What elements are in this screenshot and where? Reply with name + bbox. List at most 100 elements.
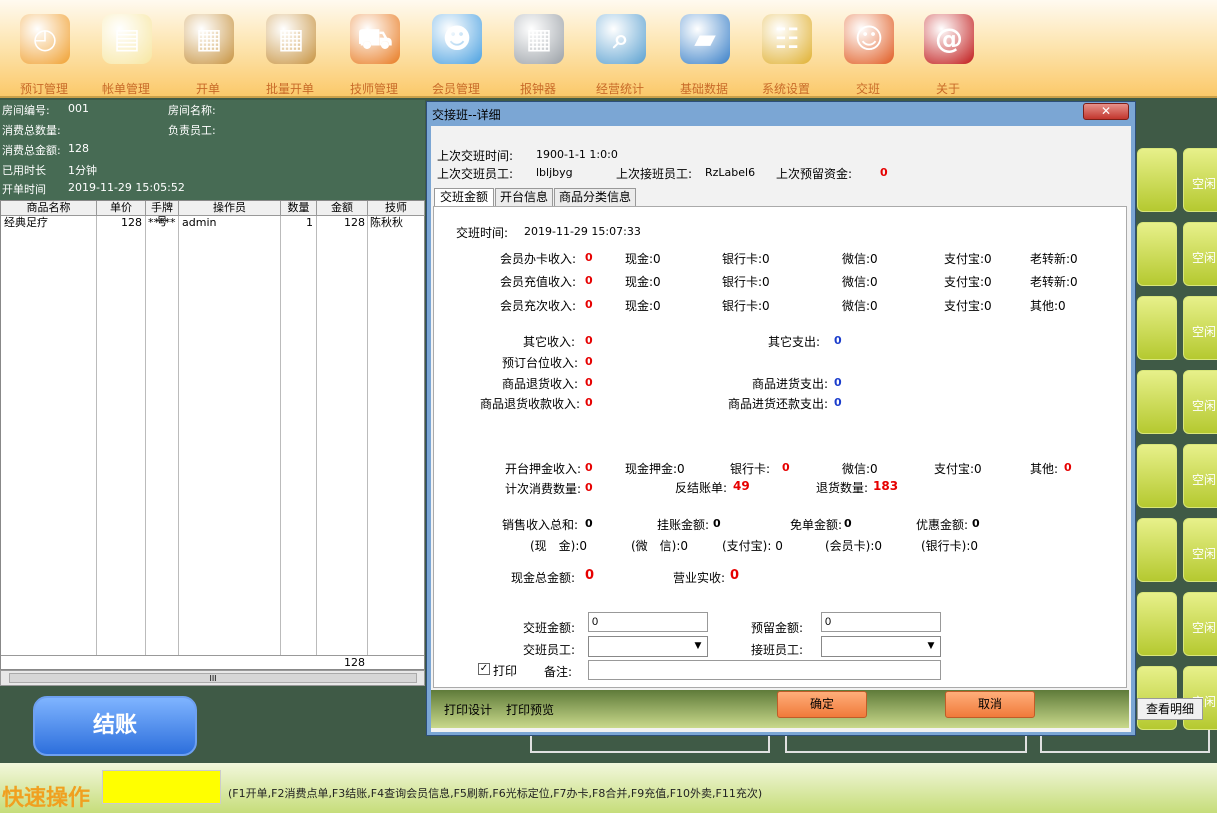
member-income-v: 0 [585,298,593,311]
return-collect: 0 [585,396,593,409]
ok-button[interactable]: 确定 [777,691,867,718]
tab-category-info[interactable]: 商品分类信息 [554,188,636,206]
purchase-repay-label: 商品进货还款支出: [728,397,829,411]
print-design-link[interactable]: 打印设计 [444,701,492,718]
count-label: 消费总数量: [2,124,61,137]
toolbar-button[interactable]: ⛟ 技师管理 [334,0,414,98]
col-header[interactable]: 技师 [368,201,425,216]
toolbar-button[interactable]: ⌕ 经营统计 [580,0,660,98]
room-tile[interactable] [1137,444,1177,508]
room-tile[interactable]: 空闲 [1183,518,1217,582]
credit: 0 [713,517,721,530]
room-tile[interactable] [1137,296,1177,360]
room-tile[interactable] [1137,222,1177,286]
sales-alipay: (支付宝): 0 [722,539,783,553]
room-tile[interactable] [1137,148,1177,212]
purchase-repay: 0 [834,396,842,409]
member-income-c: 现金:0 [625,252,661,266]
sales-member: (会员卡):0 [825,539,883,553]
view-detail-button[interactable]: 查看明细 [1137,698,1203,720]
chevron-down-icon: ▼ [927,641,935,651]
col-header[interactable]: 手牌号 [146,201,179,228]
cash-total-label: 现金总金额: [511,571,576,585]
clipboard-icon: ▦ [184,14,234,64]
toolbar-button[interactable]: ☻ 会员管理 [416,0,496,98]
room-tile[interactable]: 空闲 [1183,592,1217,656]
room-tile[interactable]: 空闲 [1183,444,1217,508]
room-tile[interactable]: 空闲 [1183,222,1217,286]
deposit-label: 开台押金收入: [505,462,582,476]
toolbar-label: 技师管理 [349,82,398,96]
col-header[interactable]: 数量 [281,201,317,216]
cart-icon: ⛟ [350,14,400,64]
shift-staff-select[interactable]: ▼ [588,636,708,657]
last-staff-label: 上次交班员工: [437,167,514,181]
notepad-icon: ▤ [102,14,152,64]
receiver-staff-select[interactable]: ▼ [821,636,941,657]
last-staff: lbljbyg [536,166,573,179]
shift-amount-label: 交班金额: [523,621,576,635]
member-income-v: 0 [585,251,593,264]
horizontal-scrollbar[interactable]: III [0,670,425,686]
room-status: 空闲 [1191,177,1216,191]
toolbar-button[interactable]: @ 关于 [908,0,988,98]
cancel-button[interactable]: 取消 [945,691,1035,718]
deposit-other-label: 其他: [1030,462,1059,476]
folder-icon: ▰ [680,14,730,64]
col-header[interactable]: 金额 [317,201,368,216]
deposit-wechat: 微信:0 [842,462,878,476]
toolbar-button[interactable]: ☷ 系统设置 [746,0,826,98]
toolbar-button[interactable]: ▤ 帐单管理 [86,0,166,98]
col-header[interactable]: 操作员 [179,201,281,216]
room-tile[interactable] [1137,592,1177,656]
checkout-button[interactable]: 结账 [33,696,197,756]
quick-label: 快速操作 [2,786,91,811]
toolbar-button[interactable]: ◴ 预订管理 [4,0,84,98]
print-preview-link[interactable]: 打印预览 [506,701,554,718]
member-income-z: 支付宝:0 [944,299,992,313]
clock-icon: ◴ [20,14,70,64]
users-icon: ☻ [432,14,482,64]
deposit-bank: 0 [782,461,790,474]
quick-input[interactable] [102,770,221,804]
room-tile[interactable]: 空闲 [1183,296,1217,360]
keep-amount-input[interactable] [821,612,941,632]
toolbar-label: 开单 [195,82,220,96]
tab-shift-amount[interactable]: 交班金额 [434,188,494,206]
member-income-w: 微信:0 [842,252,878,266]
deposit-other: 0 [1064,461,1072,474]
room-tile[interactable]: 空闲 [1183,148,1217,212]
close-icon[interactable]: ✕ [1083,103,1129,120]
col-header[interactable]: 商品名称 [1,201,97,216]
reserve: 0 [880,166,888,179]
shift-amount-input[interactable] [588,612,708,632]
chevron-down-icon: ▼ [694,641,702,651]
toolbar-label: 帐单管理 [101,82,150,96]
toolbar-button[interactable]: ▦ 批量开单 [250,0,330,98]
toolbar-label: 预订管理 [19,82,68,96]
toolbar-button[interactable]: ▦ 报钟器 [498,0,578,98]
sales-wechat: (微 信):0 [631,539,689,553]
reverse: 49 [733,479,750,493]
toolbar-button[interactable]: ☺ 交班 [828,0,908,98]
member-income-v: 0 [585,274,593,287]
room-tile[interactable] [1137,370,1177,434]
room-status: 空闲 [1191,251,1216,265]
purchase: 0 [834,376,842,389]
note-input[interactable] [588,660,941,680]
room-tile[interactable] [1137,518,1177,582]
member-income-w: 微信:0 [842,275,878,289]
tab-open-info[interactable]: 开台信息 [495,188,553,206]
toolbar-label: 基础数据 [679,82,728,96]
room-status: 空闲 [1191,399,1216,413]
room-tile[interactable]: 空闲 [1183,370,1217,434]
col-header[interactable]: 单价 [97,201,146,216]
amount-value: 128 [68,142,89,155]
table-footer: 128 [1,655,424,669]
print-checkbox[interactable]: ✓ [478,663,490,675]
finder-icon: ☺ [844,14,894,64]
toolbar-button[interactable]: ▦ 开单 [168,0,248,98]
toolbar-button[interactable]: ▰ 基础数据 [664,0,744,98]
main-toolbar: ◴ 预订管理 ▤ 帐单管理 ▦ 开单 ▦ 批量开单 ⛟ 技师管理 ☻ 会员管理 ▦ 报钟器 ⌕ 经营统计 ▰ 基础… [0,0,1217,98]
cell: 128 [121,216,142,229]
